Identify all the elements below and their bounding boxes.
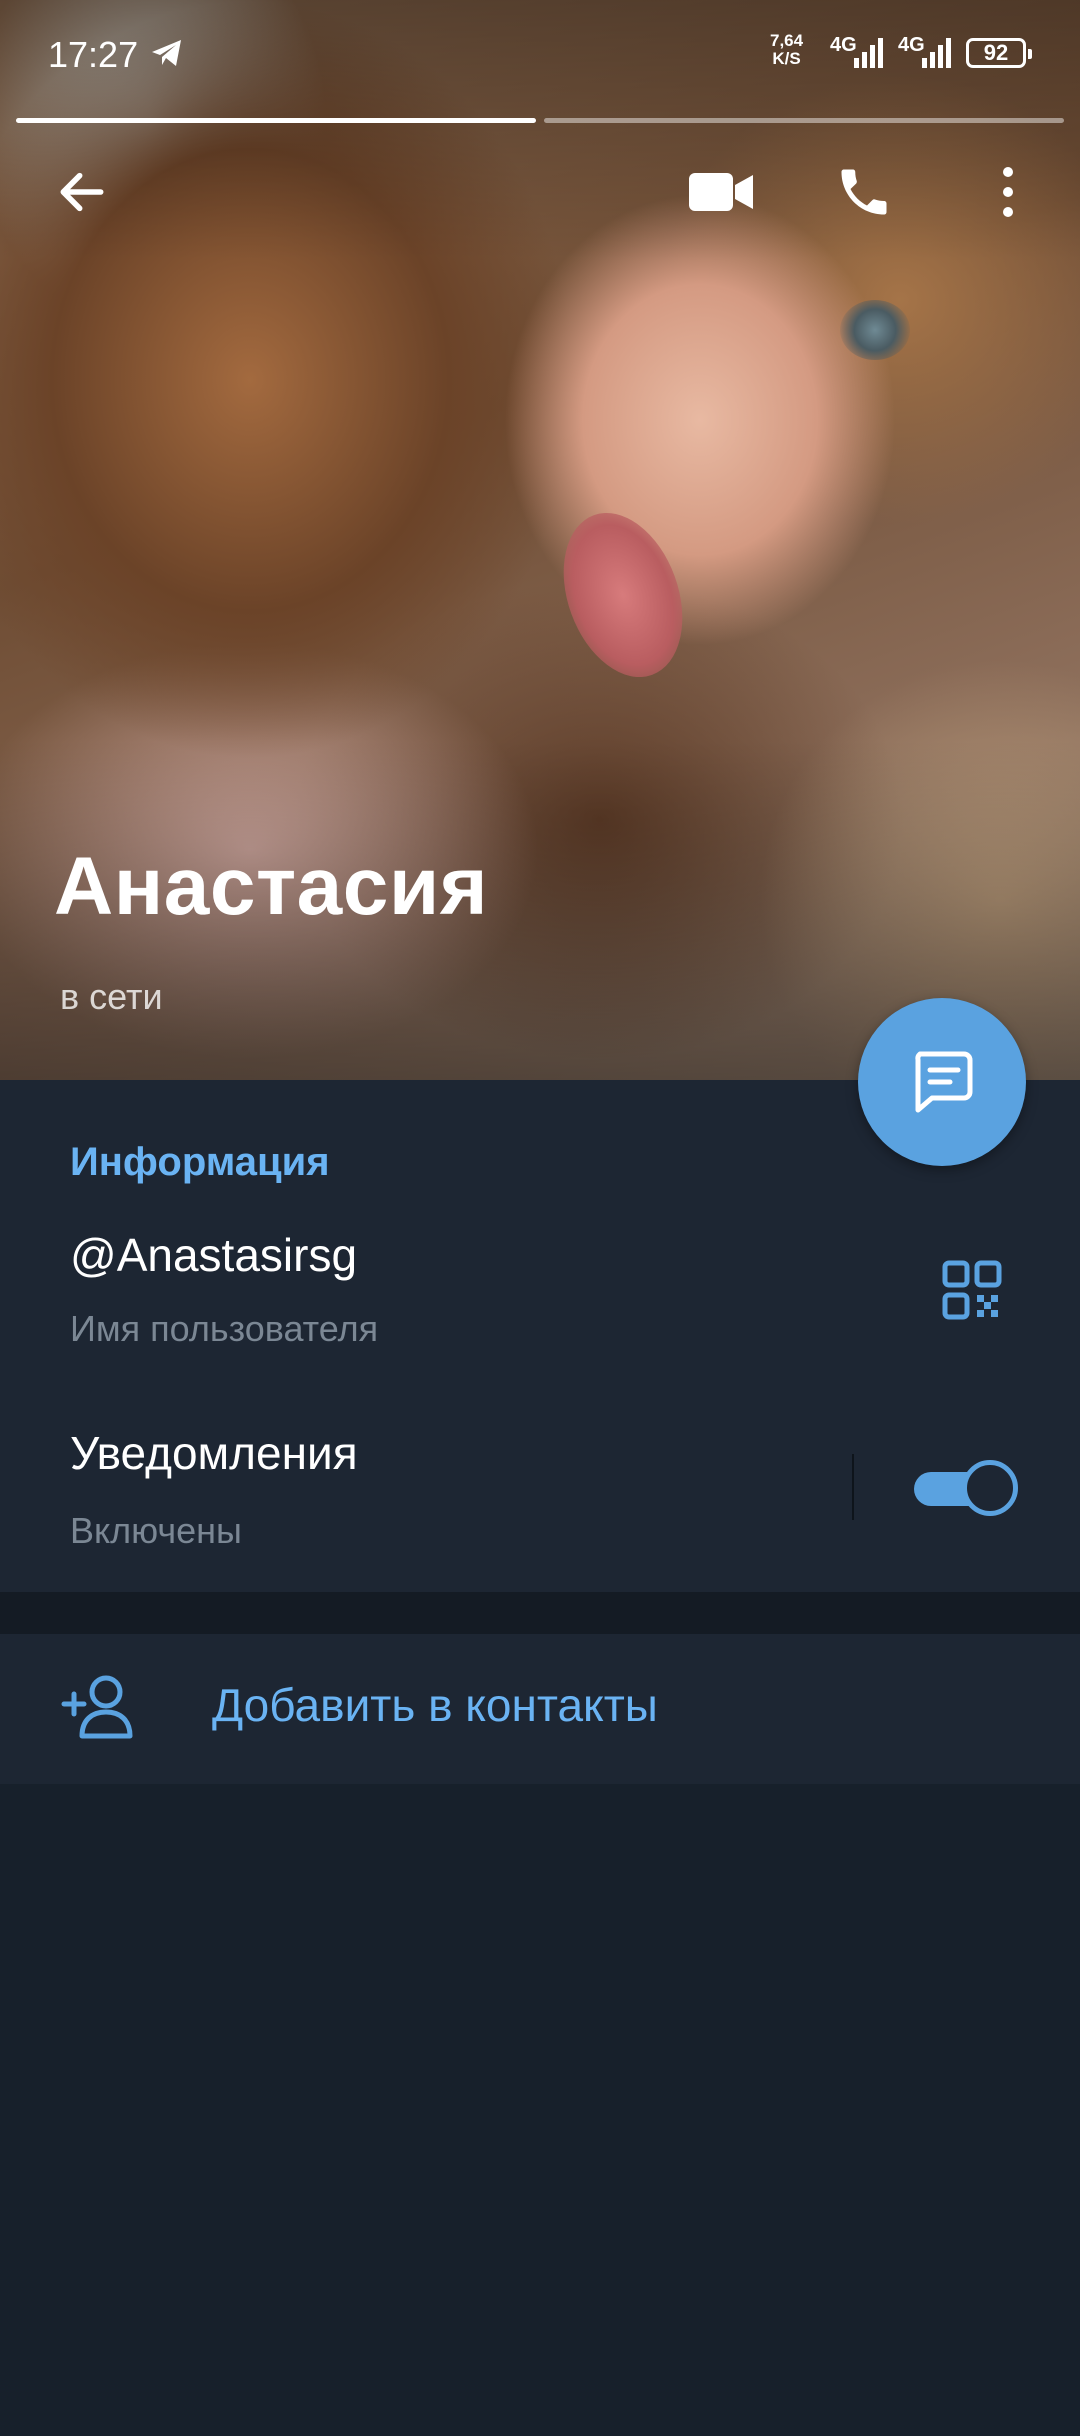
signal-icon bbox=[854, 38, 883, 68]
qr-code-button[interactable] bbox=[930, 1248, 1014, 1332]
photo-detail bbox=[840, 300, 910, 360]
speed-unit: K/S bbox=[772, 49, 801, 68]
back-button[interactable] bbox=[40, 150, 124, 234]
add-contact-label: Добавить в контакты bbox=[212, 1679, 658, 1731]
notifications-title[interactable]: Уведомления bbox=[70, 1426, 358, 1480]
divider bbox=[852, 1454, 854, 1520]
notifications-toggle[interactable] bbox=[914, 1460, 1018, 1516]
add-person-icon bbox=[61, 1675, 133, 1739]
send-message-button[interactable] bbox=[858, 998, 1026, 1166]
more-options-button[interactable] bbox=[966, 150, 1050, 234]
network-type-1: 4G bbox=[830, 34, 857, 56]
section-separator bbox=[0, 1592, 1080, 1634]
arrow-left-icon bbox=[60, 172, 104, 212]
photo-detail bbox=[542, 496, 704, 694]
status-bar: 17:27 7,64 K/S 4G 4G 92 bbox=[0, 0, 1080, 110]
signal-icon bbox=[922, 38, 951, 68]
story-progress-segment bbox=[16, 118, 536, 123]
story-progress-segment bbox=[544, 118, 1064, 123]
call-button[interactable] bbox=[822, 150, 906, 234]
message-icon bbox=[915, 1051, 973, 1113]
telegram-icon bbox=[152, 40, 181, 66]
phone-icon bbox=[841, 169, 887, 215]
battery-level: 92 bbox=[983, 40, 1009, 65]
username-label: Имя пользователя bbox=[70, 1308, 379, 1349]
speed-value: 7,64 bbox=[770, 31, 804, 50]
notifications-status: Включены bbox=[70, 1510, 242, 1551]
video-camera-icon bbox=[689, 173, 753, 211]
network-speed: 7,64 K/S bbox=[770, 32, 803, 68]
more-vertical-icon bbox=[1003, 167, 1013, 217]
toggle-knob bbox=[962, 1460, 1018, 1516]
video-call-button[interactable] bbox=[680, 150, 764, 234]
profile-name: Анастасия bbox=[54, 841, 489, 932]
status-time: 17:27 bbox=[48, 34, 139, 75]
battery-indicator: 92 bbox=[966, 38, 1032, 68]
add-contact-row[interactable]: Добавить в контакты bbox=[0, 1634, 1080, 1784]
qr-code-icon bbox=[942, 1260, 1002, 1320]
presence-status: в сети bbox=[60, 976, 163, 1017]
network-type-2: 4G bbox=[898, 34, 925, 56]
username-value[interactable]: @Anastasirsg bbox=[70, 1228, 357, 1282]
section-title: Информация bbox=[70, 1140, 330, 1184]
